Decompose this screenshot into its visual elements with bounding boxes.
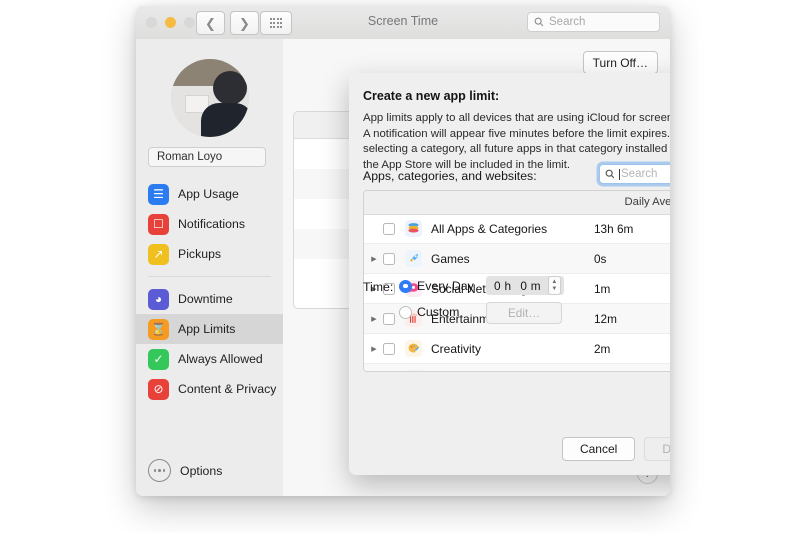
sidebar-item-always-allowed[interactable]: ✓ Always Allowed (136, 344, 283, 374)
games-rocket-icon (405, 250, 422, 267)
sidebar-divider (148, 276, 271, 277)
sidebar-item-downtime[interactable]: ◕ Downtime (136, 284, 283, 314)
row-name: Creativity (431, 341, 482, 356)
row-checkbox[interactable] (383, 252, 395, 265)
text-caret (619, 168, 620, 180)
row-average: 12m (594, 311, 617, 326)
sheet-search-placeholder: Search (621, 168, 658, 180)
sidebar-item-label: App Limits (178, 322, 236, 336)
list-item[interactable]: ▶ Creativity 2m (364, 334, 670, 364)
sidebar-item-label: Always Allowed (178, 352, 263, 366)
sidebar-item-app-limits[interactable]: ⌛ App Limits (136, 314, 283, 344)
row-checkbox[interactable] (383, 312, 395, 325)
list-item[interactable]: All Apps & Categories 13h 6m (364, 214, 670, 244)
stepper-arrows-icon[interactable]: ▲ ▼ (547, 276, 561, 295)
radio-indicator (399, 279, 412, 293)
row-checkbox[interactable] (383, 222, 395, 235)
app-limits-icon: ⌛ (148, 318, 169, 340)
row-checkbox[interactable] (383, 342, 395, 355)
screenshot-root: ❮ ❯ Screen Time Search Roman Loyo ☰ App … (0, 0, 800, 533)
productivity-icon (405, 370, 422, 371)
edit-schedule-button[interactable]: Edit… (486, 302, 562, 324)
duration-minutes: 0 m (520, 278, 541, 293)
search-icon (605, 169, 615, 179)
chevron-right-icon[interactable]: ▶ (364, 255, 380, 263)
row-average: 0s (594, 251, 607, 266)
radio-indicator (399, 305, 412, 319)
radio-every-day[interactable]: Every Day (399, 279, 474, 293)
cancel-button[interactable]: Cancel (561, 437, 636, 461)
sidebar-item-label: Downtime (178, 292, 233, 306)
all-apps-icon (405, 220, 422, 237)
row-average: 2m (594, 341, 611, 356)
avatar (171, 59, 249, 137)
list-item[interactable]: ▶ Games 0s (364, 244, 670, 274)
done-button[interactable]: Done (644, 437, 670, 461)
pickups-icon: ↗ (148, 243, 169, 265)
list-item[interactable]: ▶ Productivity 4m (364, 364, 670, 371)
user-name-label: Roman Loyo (157, 151, 223, 163)
sidebar: Roman Loyo ☰ App Usage ☐ Notifications ↗… (136, 39, 284, 496)
chevron-down-icon[interactable]: ▼ (551, 286, 557, 292)
sidebar-nav-list: ☰ App Usage ☐ Notifications ↗ Pickups ◕ (136, 179, 283, 404)
notifications-icon: ☐ (148, 213, 169, 235)
list-column-header: Daily Average (364, 191, 670, 215)
daily-average-header: Daily Average (624, 196, 671, 208)
duration-hours: 0 h (494, 278, 512, 293)
sheet-search-input[interactable]: Search (599, 164, 670, 184)
sheet-title: Create a new app limit: (363, 89, 500, 103)
time-label: Time: (363, 280, 394, 294)
row-average: 13h 6m (594, 221, 634, 236)
sidebar-item-label: Notifications (178, 217, 245, 231)
options-label: Options (180, 463, 223, 478)
creativity-icon (405, 340, 422, 357)
screen-time-window: ❮ ❯ Screen Time Search Roman Loyo ☰ App … (136, 6, 670, 496)
every-day-label: Every Day (417, 279, 474, 293)
radio-custom[interactable]: Custom (399, 305, 459, 319)
custom-label: Custom (417, 305, 460, 319)
row-name: All Apps & Categories (431, 221, 548, 236)
sidebar-item-label: App Usage (178, 187, 239, 201)
options-button[interactable]: Options (148, 459, 222, 482)
create-app-limit-sheet: Create a new app limit: App limits apply… (349, 73, 670, 475)
window-search-placeholder: Search (549, 16, 586, 28)
sidebar-item-label: Content & Privacy (178, 382, 277, 396)
window-body: Roman Loyo ☰ App Usage ☐ Notifications ↗… (136, 39, 670, 496)
always-allowed-icon: ✓ (148, 348, 169, 370)
apps-field-label: Apps, categories, and websites: (363, 169, 537, 183)
row-name: Games (431, 251, 470, 266)
sidebar-item-app-usage[interactable]: ☰ App Usage (136, 179, 283, 209)
window-search-input[interactable]: Search (527, 12, 660, 32)
sidebar-item-label: Pickups (178, 247, 222, 261)
content-privacy-icon: ⊘ (148, 378, 169, 400)
sidebar-item-notifications[interactable]: ☐ Notifications (136, 209, 283, 239)
app-usage-icon: ☰ (148, 183, 169, 205)
window-titlebar: ❮ ❯ Screen Time Search (136, 6, 670, 40)
chevron-up-icon[interactable]: ▲ (551, 279, 557, 285)
sidebar-item-content-privacy[interactable]: ⊘ Content & Privacy (136, 374, 283, 404)
downtime-icon: ◕ (148, 288, 169, 310)
user-name-dropdown[interactable]: Roman Loyo (148, 147, 266, 167)
row-average: 1m (594, 281, 611, 296)
sidebar-item-pickups[interactable]: ↗ Pickups (136, 239, 283, 269)
chevron-right-icon[interactable]: ▶ (364, 315, 380, 323)
sheet-action-buttons: Cancel Done (561, 437, 670, 461)
chevron-right-icon[interactable]: ▶ (364, 345, 380, 353)
duration-stepper[interactable]: 0 h 0 m ▲ ▼ (486, 276, 564, 295)
turn-off-button[interactable]: Turn Off… (582, 51, 658, 74)
search-icon (534, 17, 544, 27)
ellipsis-circle-icon (148, 459, 171, 482)
